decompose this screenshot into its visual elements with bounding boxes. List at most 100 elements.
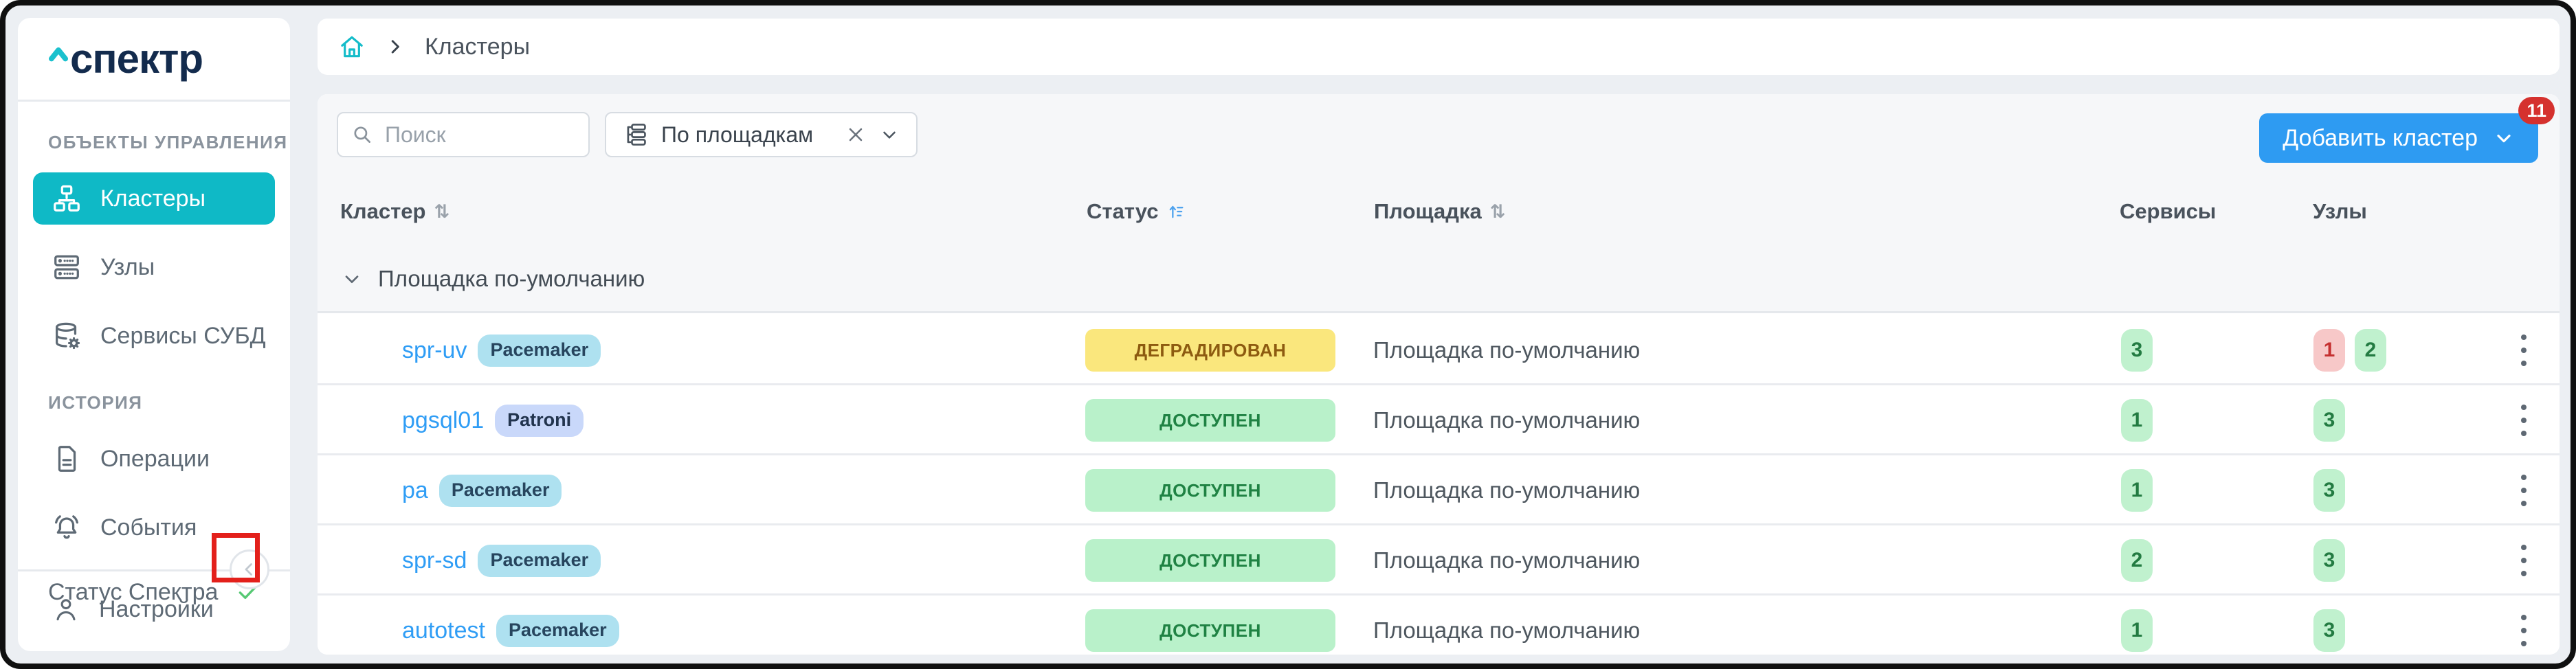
chevron-right-icon [391, 40, 399, 54]
sidebar-item-operations[interactable]: Операции [33, 433, 275, 485]
count-badge-green: 2 [2355, 329, 2386, 372]
nodes-cell: 12 [2313, 315, 2386, 385]
group-label: Площадка по-умолчанию [378, 266, 645, 291]
breadcrumb: Кластеры [318, 19, 2560, 75]
group-row-default-site[interactable]: Площадка по-умолчанию [318, 245, 2560, 313]
sidebar-item-label: Операции [100, 445, 210, 472]
sidebar: спектр ОБЪЕКТЫ УПРАВЛЕНИЯ Кластеры Узлы [18, 18, 290, 651]
table-row: pa Pacemaker ДОСТУПЕН Площадка по-умолча… [318, 455, 2560, 525]
clusters-icon [54, 185, 80, 212]
nodes-cell: 3 [2313, 385, 2345, 455]
sort-icon[interactable]: ⇅ [1490, 201, 1506, 223]
count-badge-green: 3 [2313, 539, 2345, 582]
site-cell: Площадка по-умолчанию [1373, 407, 1641, 433]
section-label-objects: ОБЪЕКТЫ УПРАВЛЕНИЯ [48, 132, 288, 152]
cluster-link[interactable]: spr-sd [402, 547, 467, 574]
count-badge-green: 3 [2313, 399, 2345, 442]
services-cell: 1 [2121, 455, 2153, 525]
count-badge-red: 1 [2313, 329, 2345, 372]
services-cell: 3 [2121, 315, 2153, 385]
column-label: Площадка [1374, 199, 1482, 223]
add-cluster-button[interactable]: Добавить кластер [2259, 113, 2538, 163]
sidebar-item-label: Узлы [100, 253, 155, 280]
column-header-services: Сервисы [2120, 199, 2216, 224]
chevron-down-icon [2497, 135, 2511, 143]
sidebar-item-events[interactable]: События [33, 501, 275, 554]
breadcrumb-current[interactable]: Кластеры [425, 34, 530, 60]
app-window: спектр ОБЪЕКТЫ УПРАВЛЕНИЯ Кластеры Узлы [0, 0, 2576, 669]
column-label: Статус [1087, 199, 1159, 223]
home-icon[interactable] [338, 33, 366, 60]
section-label-history: ИСТОРИЯ [48, 392, 143, 413]
chevron-down-icon[interactable] [341, 268, 363, 290]
status-badge: ДОСТУПЕН [1085, 609, 1335, 652]
sort-icon[interactable]: ⇅ [434, 201, 449, 223]
table-row: autotest Pacemaker ДОСТУПЕН Площадка по-… [318, 596, 2560, 655]
row-actions-kebab[interactable] [2503, 532, 2544, 589]
bell-icon [55, 515, 78, 539]
filter-label: По площадкам [661, 122, 814, 147]
status-badge: ДОСТУПЕН [1085, 539, 1335, 582]
count-badge-green: 1 [2121, 609, 2153, 652]
sidebar-item-db-services[interactable]: Сервисы СУБД [33, 310, 275, 362]
column-header-cluster[interactable]: Кластер ⇅ [340, 199, 449, 224]
document-icon [58, 446, 76, 472]
row-actions-kebab[interactable] [2503, 462, 2544, 519]
search-box [337, 112, 590, 157]
table-header-row: Кластер ⇅ Статус Площадка ⇅ Сервисы Узлы [318, 199, 2560, 245]
site-cell: Площадка по-умолчанию [1373, 617, 1641, 643]
row-actions-kebab[interactable] [2503, 392, 2544, 449]
cluster-link[interactable]: spr-uv [402, 337, 467, 364]
search-icon [354, 126, 370, 143]
column-label: Кластер [340, 199, 426, 223]
cluster-type-badge: Pacemaker [438, 474, 562, 507]
group-by-filter[interactable]: По площадкам [605, 112, 918, 157]
clusters-panel: По площадкам Добавить кластер 11 Кластер… [318, 94, 2560, 655]
sort-active-icon[interactable] [1166, 202, 1186, 221]
cluster-type-badge: Patroni [495, 404, 584, 437]
services-cell: 2 [2121, 525, 2153, 596]
group-by-icon [627, 124, 646, 146]
add-cluster-label: Добавить кластер [2283, 124, 2478, 151]
cluster-link[interactable]: pgsql01 [402, 407, 484, 434]
cluster-link[interactable]: pa [402, 477, 428, 504]
row-actions-kebab[interactable] [2503, 321, 2544, 379]
nodes-cell: 3 [2313, 596, 2345, 655]
logo-text: спектр [70, 35, 203, 82]
count-badge-green: 3 [2313, 469, 2345, 512]
notification-badge: 11 [2518, 97, 2555, 124]
column-header-site[interactable]: Площадка ⇅ [1374, 199, 1505, 224]
logo-caret-icon [48, 47, 69, 61]
site-cell: Площадка по-умолчанию [1373, 477, 1641, 503]
nodes-cell: 3 [2313, 455, 2345, 525]
user-icon [56, 599, 76, 621]
sidebar-item-nodes[interactable]: Узлы [33, 241, 275, 293]
count-badge-green: 3 [2313, 609, 2345, 652]
status-badge: ДОСТУПЕН [1085, 469, 1335, 512]
cluster-type-badge: Pacemaker [478, 544, 601, 577]
column-header-status[interactable]: Статус [1087, 199, 1186, 224]
count-badge-green: 1 [2121, 469, 2153, 512]
sidebar-item-label: Сервисы СУБД [100, 322, 266, 349]
chevron-down-icon[interactable] [879, 124, 900, 145]
column-header-nodes: Узлы [2313, 199, 2367, 224]
table-row: pgsql01 Patroni ДОСТУПЕН Площадка по-умо… [318, 385, 2560, 455]
site-cell: Площадка по-умолчанию [1373, 547, 1641, 573]
table-row: spr-uv Pacemaker ДЕГРАДИРОВАН Площадка п… [318, 315, 2560, 385]
table-row: spr-sd Pacemaker ДОСТУПЕН Площадка по-ум… [318, 525, 2560, 596]
cluster-link[interactable]: autotest [402, 617, 485, 644]
nodes-icon [54, 255, 79, 280]
row-actions-kebab[interactable] [2503, 602, 2544, 655]
count-badge-green: 3 [2121, 329, 2153, 372]
table-body: spr-uv Pacemaker ДЕГРАДИРОВАН Площадка п… [318, 315, 2560, 655]
cluster-type-badge: Pacemaker [496, 614, 619, 647]
services-cell: 1 [2121, 385, 2153, 455]
sidebar-item-clusters[interactable]: Кластеры [33, 172, 275, 225]
count-badge-green: 1 [2121, 399, 2153, 442]
status-badge: ДЕГРАДИРОВАН [1085, 329, 1335, 372]
column-label: Узлы [2313, 199, 2367, 223]
search-input[interactable] [384, 121, 576, 148]
sidebar-item-settings[interactable]: Настройки [33, 584, 275, 635]
site-cell: Площадка по-умолчанию [1373, 337, 1641, 363]
clear-filter-icon[interactable] [845, 124, 867, 146]
